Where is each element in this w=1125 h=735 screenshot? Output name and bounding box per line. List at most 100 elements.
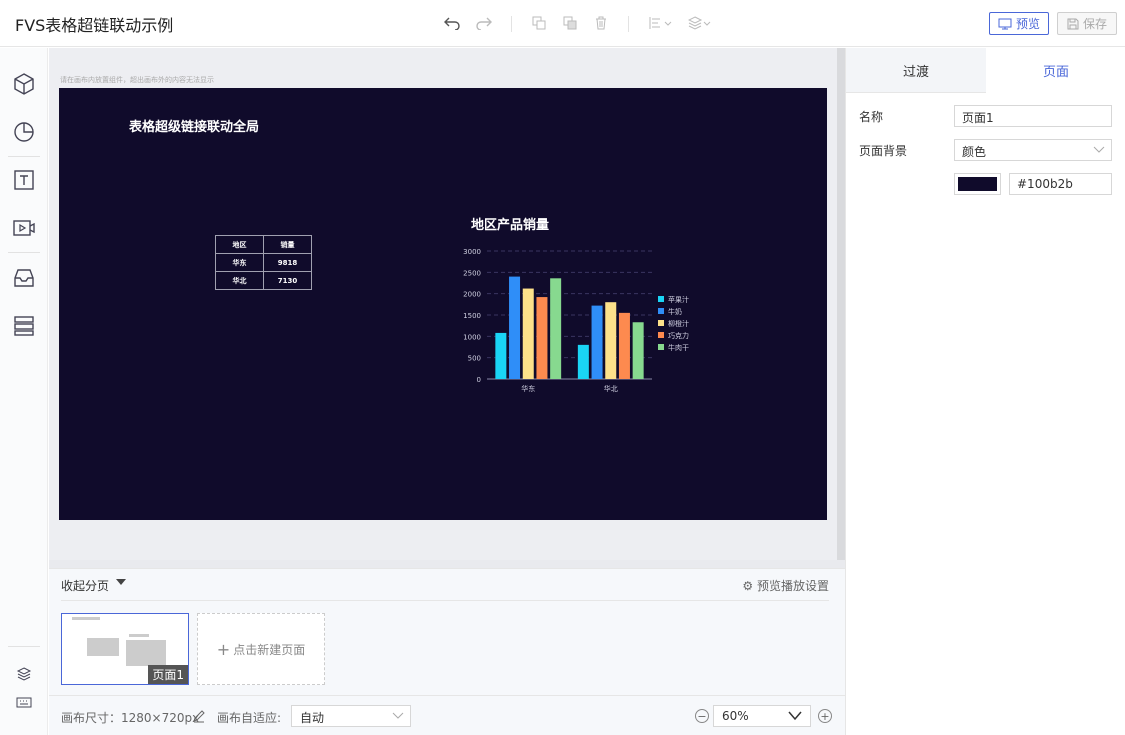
canvas[interactable]: 表格超级链接联动全局 地区 销量 华东 9818 华北 7130 地区产品销量 … xyxy=(59,88,827,520)
monitor-icon xyxy=(998,18,1012,29)
tab-transition[interactable]: 过渡 xyxy=(846,48,986,93)
table-row[interactable]: 华北 7130 xyxy=(215,271,312,290)
canvas-title[interactable]: 表格超级链接联动全局 xyxy=(129,116,259,135)
data-table[interactable]: 地区 销量 华东 9818 华北 7130 xyxy=(215,235,312,290)
delete-icon[interactable] xyxy=(592,14,610,32)
text-icon[interactable] xyxy=(12,168,36,192)
bar xyxy=(495,332,507,379)
bar xyxy=(536,297,548,379)
chart-title: 地区产品销量 xyxy=(471,218,550,233)
table-header-cell: 销量 xyxy=(263,235,312,254)
table-cell-region[interactable]: 华北 xyxy=(215,271,264,290)
new-page-button[interactable]: + 点击新建页面 xyxy=(197,613,325,685)
y-tick-label: 0 xyxy=(477,376,481,384)
color-swatch[interactable] xyxy=(954,173,1001,195)
edit-icon[interactable] xyxy=(192,709,206,726)
page-panel: 收起分页 ⚙ 预览播放设置 页面1 + 点击新建页面 xyxy=(49,568,845,695)
thumb-shape xyxy=(87,638,119,656)
auto-fit-select[interactable]: 自动 xyxy=(291,705,411,727)
pie-chart-icon[interactable] xyxy=(12,120,36,144)
top-toolbar: FVS表格超链联动示例 预览 保存 xyxy=(0,0,1125,47)
legend-swatch xyxy=(658,296,664,302)
bar xyxy=(577,344,589,379)
table-cell-sales: 9818 xyxy=(263,253,312,272)
inbox-icon[interactable] xyxy=(12,266,36,290)
thumb-shape xyxy=(126,640,166,666)
bar-chart[interactable]: 0 500 1000 1500 2000 2500 3000 华东 华北 苹果汁牛奶柳橙汁巧克力牛… xyxy=(444,238,734,450)
keyboard-icon[interactable] xyxy=(16,694,40,718)
page-name-value: 页面1 xyxy=(962,111,994,125)
status-bar: 画布尺寸：1280×720px 画布自适应: 自动 − 60% + xyxy=(49,695,845,735)
undo-icon[interactable] xyxy=(443,14,461,32)
y-tick-label: 2500 xyxy=(463,269,481,277)
bar xyxy=(605,302,617,379)
preview-settings-button[interactable]: ⚙ 预览播放设置 xyxy=(742,577,829,594)
table-header-cell: 地区 xyxy=(215,235,264,254)
workspace-scrollbar[interactable] xyxy=(837,48,845,560)
background-type-select[interactable]: 颜色 xyxy=(954,139,1112,161)
table-row[interactable]: 华东 9818 xyxy=(215,253,312,272)
canvas-size-label: 画布尺寸：1280×720px xyxy=(61,711,200,725)
server-icon[interactable] xyxy=(12,314,36,338)
sidebar-divider xyxy=(8,156,40,157)
x-tick-label: 华北 xyxy=(604,384,618,393)
media-icon[interactable] xyxy=(12,216,36,240)
preview-button-label: 预览 xyxy=(1015,17,1040,31)
page-name-input[interactable]: 页面1 xyxy=(954,105,1112,127)
y-tick-label: 3000 xyxy=(463,248,481,256)
align-icon[interactable] xyxy=(648,14,674,32)
chevron-down-icon xyxy=(1093,146,1105,153)
color-hex-input[interactable]: #100b2b xyxy=(1009,173,1112,195)
canvas-hint: 请在画布内放置组件，超出画布外的内容无法显示 xyxy=(60,76,214,84)
gear-icon: ⚙ xyxy=(742,579,754,593)
bar xyxy=(509,276,521,379)
layer-order-icon[interactable] xyxy=(687,14,713,32)
bar xyxy=(522,288,534,379)
cube-icon[interactable] xyxy=(12,72,36,96)
page-thumbnail-label: 页面1 xyxy=(148,665,188,684)
y-tick-label: 1500 xyxy=(463,312,481,320)
page-thumbnail[interactable]: 页面1 xyxy=(61,613,189,685)
new-page-label: 点击新建页面 xyxy=(233,642,306,657)
layers-icon[interactable] xyxy=(16,666,40,690)
legend-label: 牛肉干 xyxy=(668,343,689,352)
save-button[interactable]: 保存 xyxy=(1057,12,1117,35)
zoom-value: 60% xyxy=(722,709,749,723)
paste-icon[interactable] xyxy=(561,14,579,32)
name-label: 名称 xyxy=(859,110,884,124)
table-cell-region[interactable]: 华东 xyxy=(215,253,264,272)
legend-label: 牛奶 xyxy=(668,307,682,316)
legend-swatch xyxy=(658,308,664,314)
legend-swatch xyxy=(658,332,664,338)
app-title: FVS表格超链联动示例 xyxy=(15,16,174,35)
auto-fit-value: 自动 xyxy=(300,711,325,725)
bar xyxy=(618,312,630,379)
thumb-shape xyxy=(129,634,149,637)
sidebar-divider xyxy=(8,252,40,253)
table-cell-sales: 7130 xyxy=(263,271,312,290)
x-tick-label: 华东 xyxy=(521,384,535,393)
background-label: 页面背景 xyxy=(859,144,908,158)
zoom-in-icon[interactable]: + xyxy=(818,709,832,723)
y-tick-label: 2000 xyxy=(463,291,481,299)
auto-fit-label: 画布自适应: xyxy=(217,711,282,725)
collapse-pages-button[interactable]: 收起分页 xyxy=(61,577,109,594)
zoom-select[interactable]: 60% xyxy=(713,705,811,727)
panel-splitter[interactable] xyxy=(49,560,845,568)
legend-label: 巧克力 xyxy=(668,331,689,340)
chevron-down-icon xyxy=(392,712,404,719)
properties-panel: 过渡 页面 名称 页面1 页面背景 颜色 #100b2b xyxy=(845,48,1125,735)
save-button-label: 保存 xyxy=(1082,17,1107,31)
toolbar-divider xyxy=(511,16,512,32)
preview-button[interactable]: 预览 xyxy=(989,12,1049,35)
tab-page[interactable]: 页面 xyxy=(986,48,1125,93)
zoom-out-icon[interactable]: − xyxy=(695,709,709,723)
legend-swatch xyxy=(658,320,664,326)
copy-icon[interactable] xyxy=(530,14,548,32)
plus-icon: + xyxy=(216,639,231,659)
bar xyxy=(550,278,562,379)
redo-icon[interactable] xyxy=(475,14,493,32)
canvas-workspace[interactable]: 请在画布内放置组件，超出画布外的内容无法显示 表格超级链接联动全局 地区 销量 … xyxy=(49,48,845,560)
sidebar-divider xyxy=(8,646,40,647)
caret-down-icon[interactable] xyxy=(116,579,126,585)
